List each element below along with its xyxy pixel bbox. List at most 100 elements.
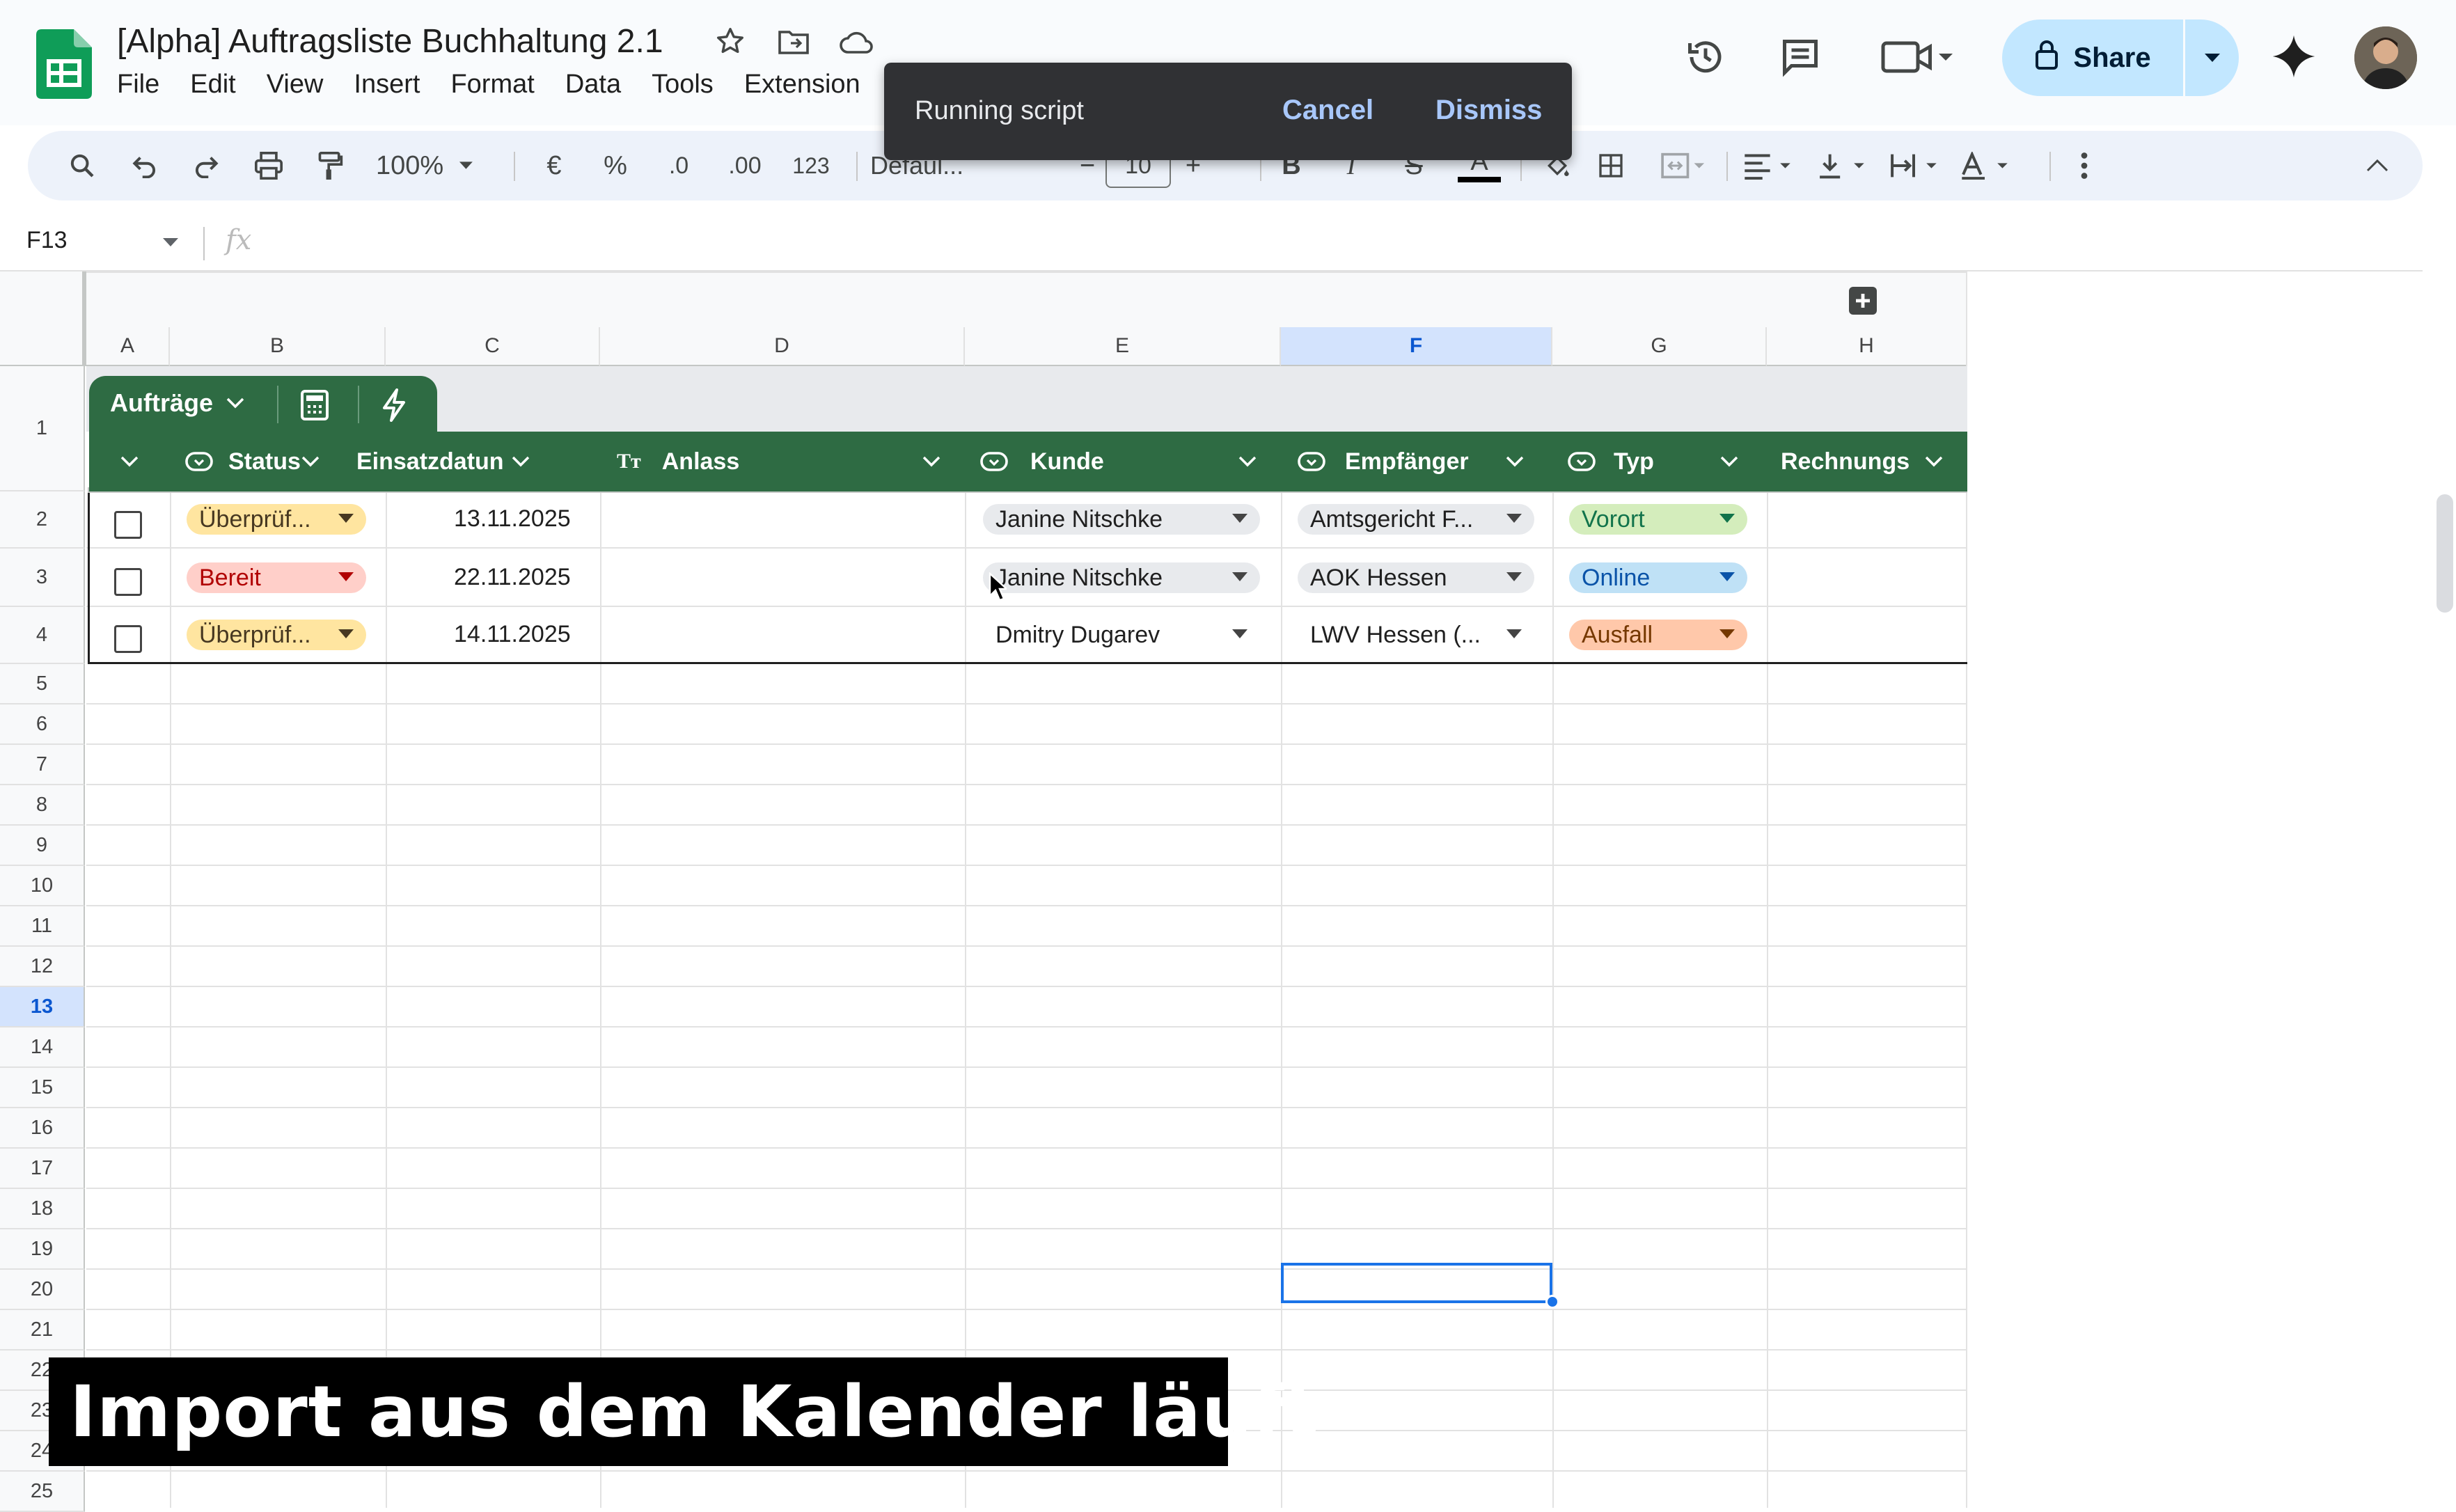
paint-format-icon[interactable] [310,146,349,185]
kunde-chip[interactable]: Dmitry Dugarev [983,620,1260,650]
einsatzdatum-cell[interactable]: 13.11.2025 [454,505,571,533]
version-history-icon[interactable] [1685,36,1726,81]
user-avatar[interactable] [2354,26,2417,89]
redo-icon[interactable] [187,146,226,185]
add-row-icon[interactable] [1849,287,1877,318]
row-header-12[interactable]: 12 [0,947,85,987]
row-header-14[interactable]: 14 [0,1027,85,1068]
menu-data[interactable]: Data [565,70,621,100]
table-automation-icon[interactable] [380,388,408,425]
percent-format-button[interactable]: % [597,146,633,185]
menu-tools[interactable]: Tools [652,70,714,100]
menu-file[interactable]: File [117,70,159,100]
row-header-4[interactable]: 4 [0,607,85,664]
fill-handle[interactable] [1545,1295,1559,1309]
toast-cancel-button[interactable]: Cancel [1282,95,1373,126]
row-header-11[interactable]: 11 [0,906,85,947]
empfaenger-header-chevron[interactable] [1505,432,1525,491]
select-all-corner[interactable] [0,271,86,366]
gemini-icon[interactable] [2271,33,2317,83]
status-chip[interactable]: Überprüf... [187,504,366,535]
row-checkbox[interactable] [114,511,142,539]
name-box-dropdown-icon[interactable] [162,237,180,251]
row-header-8[interactable]: 8 [0,785,85,826]
row-header-15[interactable]: 15 [0,1068,85,1108]
typ-column-header[interactable]: Typ [1568,432,1654,491]
share-dropdown-icon[interactable] [2183,19,2239,96]
column-header-b[interactable]: B [170,327,386,366]
table-calc-icon[interactable] [298,388,331,425]
row-header-5[interactable]: 5 [0,664,85,704]
status-chip[interactable]: Bereit [187,562,366,593]
formula-input[interactable] [278,216,2423,271]
row-header-2[interactable]: 2 [0,491,85,549]
row-checkbox[interactable] [114,625,142,653]
row-header-10[interactable]: 10 [0,866,85,906]
status-column-header[interactable]: Status [185,432,301,491]
status-header-chevron[interactable] [301,432,320,491]
text-wrapping-icon[interactable] [1882,146,1945,185]
column-header-f[interactable]: F [1281,327,1552,366]
vertical-scrollbar[interactable] [2437,494,2453,613]
currency-format-button[interactable]: € [536,146,572,185]
decrease-decimal-button[interactable]: .0 [654,146,703,185]
text-rotation-icon[interactable] [1953,146,2016,185]
menu-extensions[interactable]: Extension [744,70,860,100]
row-header-18[interactable]: 18 [0,1189,85,1229]
row-header-25[interactable]: 25 [0,1472,85,1512]
empfaenger-chip[interactable]: AOK Hessen [1298,562,1534,593]
menu-view[interactable]: View [267,70,324,100]
row-header-21[interactable]: 21 [0,1310,85,1350]
row-header-13[interactable]: 13 [0,987,85,1027]
kunde-chip[interactable]: Janine Nitschke [983,504,1260,535]
cloud-status-icon[interactable] [838,29,874,59]
search-menus-icon[interactable] [63,146,102,185]
einsatzdatum-column-header[interactable]: Einsatzdatun [356,432,530,491]
name-box[interactable]: F13 [26,227,68,254]
row-checkbox[interactable] [114,568,142,596]
comments-icon[interactable] [1779,36,1821,81]
anlass-column-header[interactable]: Tт Anlass [617,432,739,491]
row-header-3[interactable]: 3 [0,549,85,607]
typ-chip[interactable]: Vorort [1569,504,1747,535]
anlass-header-chevron[interactable] [922,432,941,491]
row-header-19[interactable]: 19 [0,1229,85,1270]
star-icon[interactable] [714,25,746,65]
document-title[interactable]: [Alpha] Auftragsliste Buchhaltung 2.1 [117,22,663,61]
row-header-7[interactable]: 7 [0,745,85,785]
column-header-a[interactable]: A [86,327,170,366]
empfaenger-chip[interactable]: LWV Hessen (... [1298,620,1534,650]
row-header-1[interactable]: 1 [0,366,85,491]
column-header-e[interactable]: E [965,327,1281,366]
status-chip[interactable]: Überprüf... [187,620,366,650]
toast-dismiss-button[interactable]: Dismiss [1435,95,1542,126]
meet-video-icon[interactable] [1880,38,1956,80]
move-folder-icon[interactable] [777,28,810,59]
zoom-select[interactable]: 100% [376,146,473,185]
print-icon[interactable] [249,146,288,185]
collapse-menus-icon[interactable] [2360,146,2395,185]
menu-format[interactable]: Format [450,70,534,100]
row-header-20[interactable]: 20 [0,1270,85,1310]
typ-header-chevron[interactable] [1719,432,1739,491]
column-header-h[interactable]: H [1767,327,1967,366]
kunde-column-header[interactable]: Kunde [980,432,1104,491]
more-options-icon[interactable] [2070,146,2098,185]
typ-chip[interactable]: Ausfall [1569,620,1747,650]
horizontal-align-icon[interactable] [1736,146,1799,185]
typ-chip[interactable]: Online [1569,562,1747,593]
undo-icon[interactable] [125,146,164,185]
vertical-align-icon[interactable] [1810,146,1873,185]
selected-cell-f13[interactable] [1281,1263,1552,1303]
column-header-d[interactable]: D [600,327,965,366]
table-name-menu[interactable]: Aufträge [110,388,245,418]
kunde-chip[interactable]: Janine Nitschke [983,562,1260,593]
column-header-g[interactable]: G [1552,327,1767,366]
share-button[interactable]: Share [2002,19,2239,96]
increase-decimal-button[interactable]: .00 [717,146,773,185]
merge-cells-icon[interactable] [1653,146,1715,185]
empfaenger-column-header[interactable]: Empfänger [1298,432,1469,491]
einsatzdatum-cell[interactable]: 14.11.2025 [454,621,571,648]
share-main[interactable]: Share [2002,19,2183,96]
row-header-6[interactable]: 6 [0,704,85,745]
